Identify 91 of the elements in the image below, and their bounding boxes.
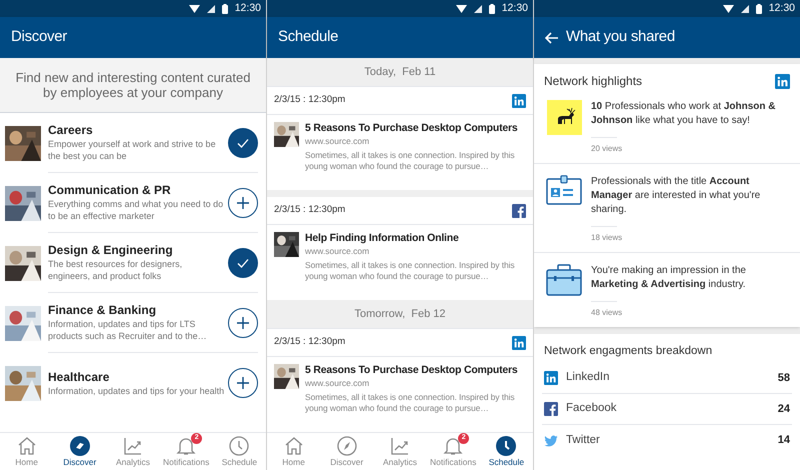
signal-icon: [740, 4, 749, 12]
topic-description: Empower yourself at work and strive to be the best you can be: [48, 138, 217, 162]
date-header: Tomorrow, Feb 12: [354, 306, 446, 322]
facebook-logo-icon: [512, 204, 526, 218]
screen-title: Discover: [11, 27, 67, 48]
compass-icon: [336, 436, 357, 456]
bird-logo-icon: [544, 434, 558, 448]
nav-tab[interactable]: Analytics: [373, 433, 427, 470]
views-count: 20 views: [591, 143, 624, 155]
chart-icon: [390, 436, 410, 456]
nav-tab[interactable]: Home: [267, 433, 320, 470]
post-time: 2/3/15 : 12:30pm: [274, 203, 346, 218]
views-count: 18 views: [591, 232, 624, 244]
post-time: 2/3/15 : 12:30pm: [274, 93, 346, 108]
section-title: Network engagments breakdown: [544, 344, 712, 359]
post-headline: 5 Reasons To Purchase Desktop Computers: [305, 364, 519, 377]
status-time: 12:30: [234, 0, 261, 16]
section-title: Network highlights: [544, 73, 642, 90]
topic-title: Careers: [48, 123, 94, 138]
post-time: 2/3/15 : 12:30pm: [274, 335, 346, 350]
wifi-icon: [456, 4, 467, 12]
status-time: 12:30: [768, 0, 795, 16]
screen-title: Schedule: [278, 27, 338, 48]
linkedin-logo-icon: [775, 74, 790, 88]
plus-icon: [236, 196, 250, 210]
post-snippet: Sometimes, all it takes is one connection. Inspired by this young woman who found the courage to pursue…: [305, 150, 516, 172]
signal-icon: [206, 4, 215, 12]
wifi-icon: [188, 4, 200, 12]
screen-title: What you shared: [566, 27, 675, 48]
bell-icon: [176, 436, 196, 456]
highlight-text: 10 Professionals who work at Johnson & Johnson like what you have to say!: [591, 100, 777, 128]
linkedin-logo-icon: [544, 371, 558, 385]
post-url: www.source.com: [305, 245, 370, 257]
elk-logo-icon: [546, 100, 582, 135]
highlight-text: Professionals with the title Account Manager are interested in what you're sharing.: [591, 175, 762, 217]
clock-icon: [496, 436, 516, 456]
topic-title: Finance & Banking: [48, 303, 158, 318]
briefcase-icon: [546, 264, 582, 296]
network-name: Facebook: [566, 401, 618, 416]
nav-tab[interactable]: Schedule: [212, 433, 266, 470]
facebook-logo-icon: [544, 402, 558, 416]
id-badge-icon: [546, 175, 582, 205]
followed-check-button[interactable]: [228, 248, 258, 278]
signal-icon: [474, 4, 482, 12]
topic-description: Everything comms and what you need to do to be an effective marketer: [48, 198, 224, 222]
network-name: LinkedIn: [566, 370, 610, 386]
engagement-count: 14: [778, 433, 790, 448]
nav-tab[interactable]: Discover: [320, 433, 374, 470]
home-icon: [16, 436, 37, 456]
linkedin-logo-icon: [512, 336, 526, 350]
nav-tab[interactable]: Schedule: [480, 433, 534, 470]
battery-icon: [488, 4, 495, 14]
intro-text: Find new and interesting content curated by employees at your company: [14, 70, 252, 100]
topic-description: Information, updates and tips for your health: [48, 384, 226, 396]
home-icon: [284, 436, 304, 456]
follow-plus-button[interactable]: [228, 308, 258, 338]
plus-icon: [236, 376, 250, 390]
follow-plus-button[interactable]: [228, 188, 258, 218]
wifi-icon: [722, 4, 734, 12]
network-name: Twitter: [566, 432, 601, 448]
date-header: Today, Feb 11: [364, 64, 436, 80]
bell-icon: [443, 436, 464, 456]
chart-icon: [123, 436, 143, 456]
linkedin-logo-icon: [512, 94, 526, 108]
nav-tab[interactable]: Analytics: [106, 433, 160, 470]
topic-description: Information, updates and tips for LTS products such as Recruiter and to the…: [48, 318, 208, 342]
topic-description: The best resources for designers, engineers, and product folks: [48, 258, 184, 282]
status-time: 12:30: [502, 0, 528, 16]
views-count: 48 views: [591, 307, 624, 319]
engagement-count: 58: [778, 370, 790, 386]
post-headline: 5 Reasons To Purchase Desktop Computers: [305, 122, 519, 135]
post-headline: Help Finding Information Online: [305, 232, 460, 245]
battery-icon: [756, 4, 762, 14]
post-snippet: Sometimes, all it takes is one connection. Inspired by this young woman who found the courage to pursue…: [305, 260, 516, 282]
post-snippet: Sometimes, all it takes is one connection. Inspired by this young woman who found the courage to pursue…: [305, 392, 516, 414]
topic-title: Communication & PR: [48, 183, 172, 198]
engagement-count: 24: [778, 402, 790, 417]
topic-title: Healthcare: [48, 370, 110, 384]
post-url: www.source.com: [305, 135, 370, 147]
followed-check-button[interactable]: [228, 128, 258, 158]
topic-title: Design & Engineering: [48, 243, 174, 258]
nav-tab[interactable]: Home: [0, 433, 54, 470]
compass-icon: [70, 436, 90, 456]
follow-plus-button[interactable]: [228, 368, 258, 398]
highlight-text: You're making an impression in the Marketing & Advertising industry.: [591, 264, 747, 292]
back-arrow-icon[interactable]: [545, 32, 558, 44]
plus-icon: [236, 316, 250, 330]
clock-icon: [229, 436, 250, 456]
post-url: www.source.com: [305, 377, 370, 389]
nav-tab[interactable]: Discover: [53, 433, 106, 470]
battery-icon: [222, 4, 228, 14]
